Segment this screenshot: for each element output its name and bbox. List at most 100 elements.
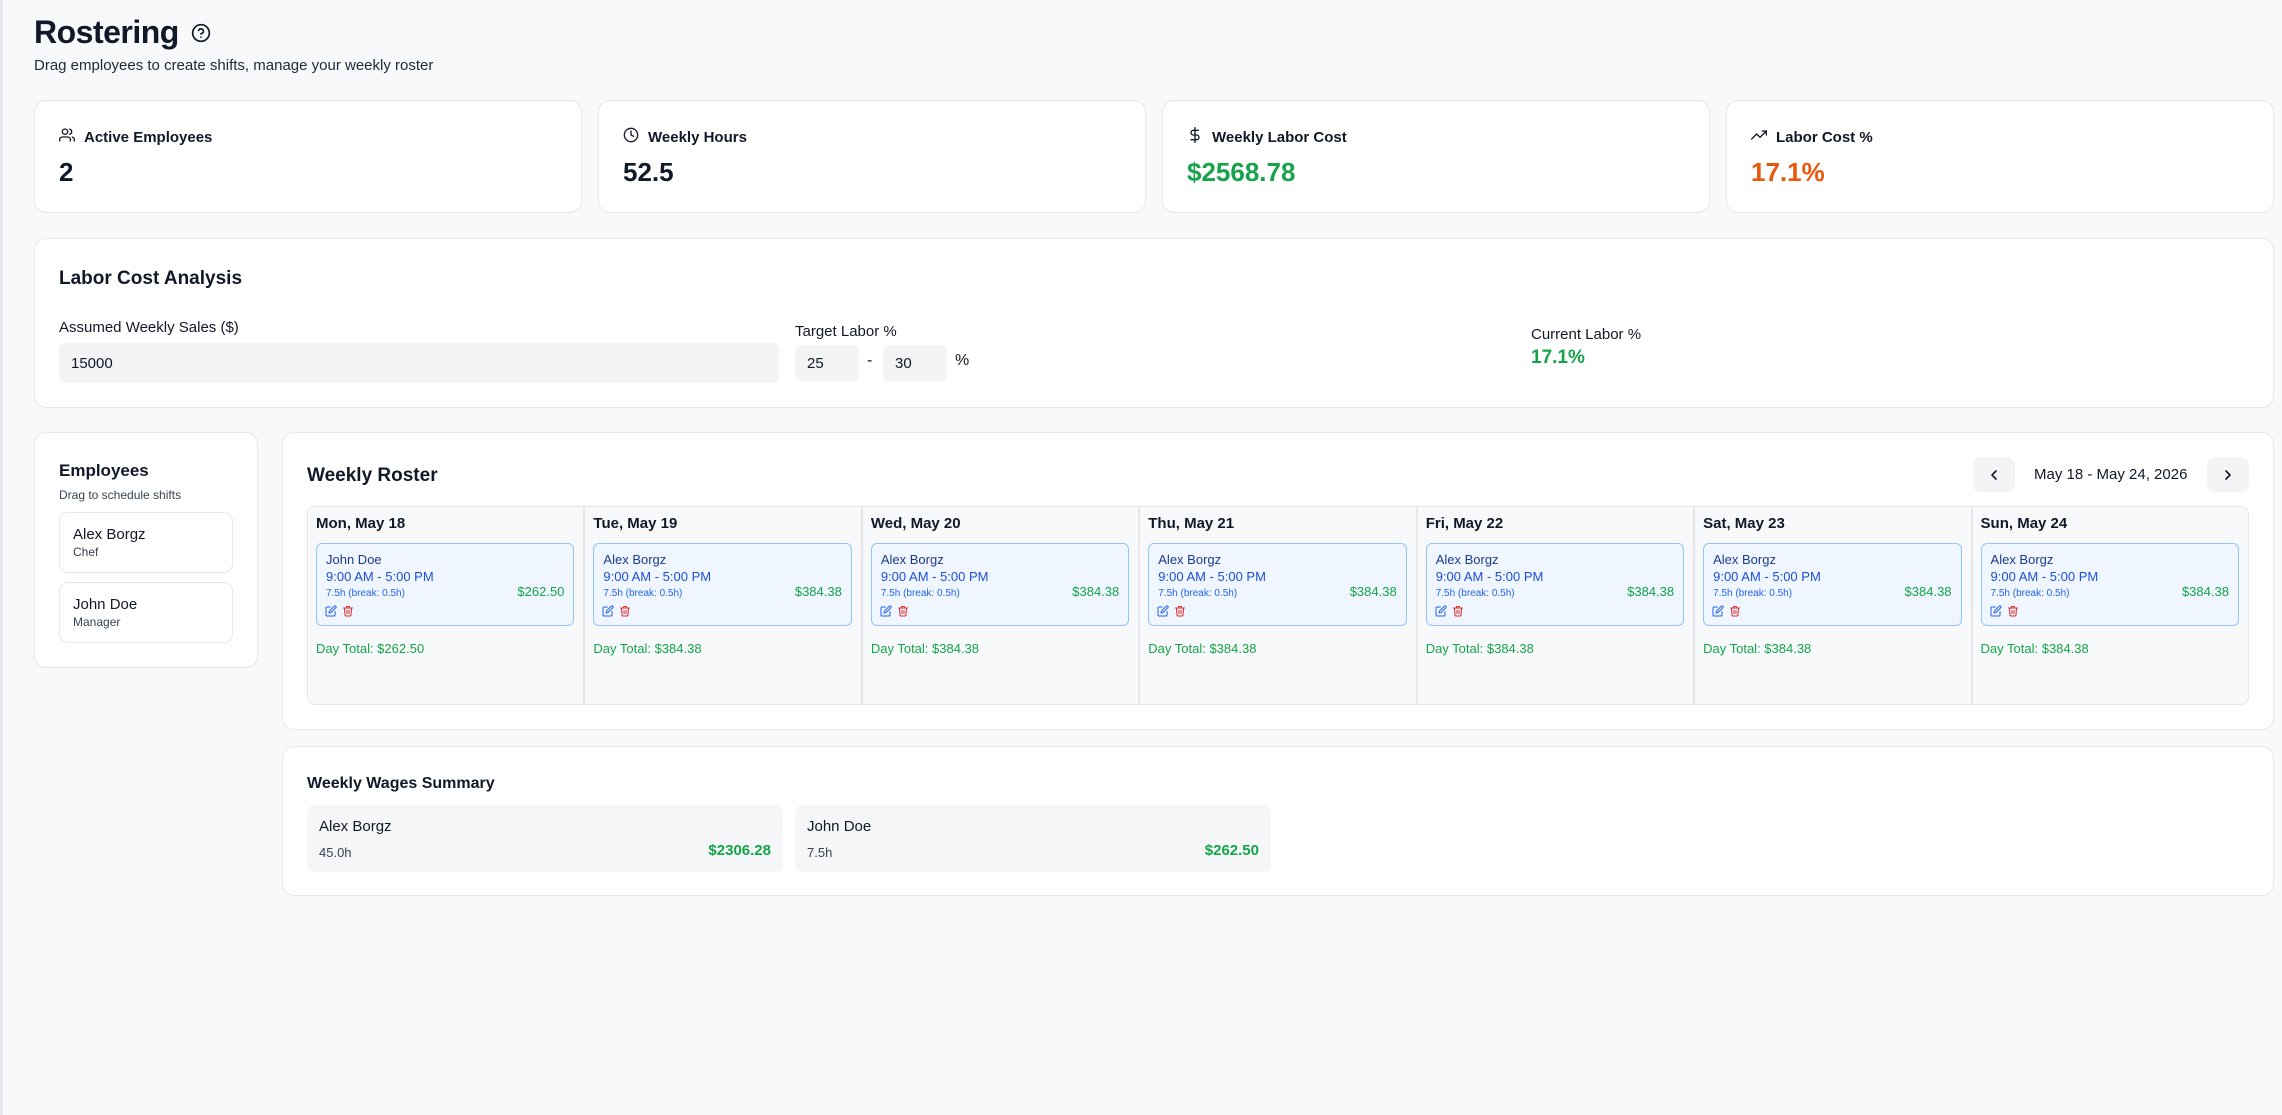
stat-header: Labor Cost % xyxy=(1751,127,1873,147)
percent-sign: % xyxy=(955,352,970,369)
day-header: Sat, May 23 xyxy=(1703,515,1785,532)
shift-card[interactable]: Alex Borgz 9:00 AM - 5:00 PM 7.5h (break: … xyxy=(870,543,1130,626)
day-total: Day Total: $384.38 xyxy=(1980,641,2089,656)
day-header: Wed, May 20 xyxy=(870,515,961,532)
users-icon xyxy=(59,127,75,147)
wage-hours: 45.0h xyxy=(319,845,352,860)
day-column[interactable]: Wed, May 20 Alex Borgz 9:00 AM - 5:00 PM 7.… xyxy=(862,507,1141,704)
trash-icon[interactable] xyxy=(1174,605,1186,617)
day-total: Day Total: $384.38 xyxy=(1148,641,1257,656)
shift-card[interactable]: Alex Borgz 9:00 AM - 5:00 PM 7.5h (break: … xyxy=(1425,543,1685,626)
day-column[interactable]: Sat, May 23 Alex Borgz 9:00 AM - 5:00 PM 7.… xyxy=(1695,507,1973,704)
shift-actions xyxy=(1712,605,1741,617)
stat-card-active-employees: Active Employees 2 xyxy=(34,100,582,213)
current-labor-label: Current Labor % xyxy=(1531,326,1642,343)
wage-amount: $262.50 xyxy=(1204,842,1259,859)
weekly-sales-input[interactable]: 15000 xyxy=(59,343,779,383)
day-total: Day Total: $384.38 xyxy=(1425,641,1534,656)
window-edge xyxy=(0,0,3,1115)
trash-icon[interactable] xyxy=(1729,605,1741,617)
edit-icon[interactable] xyxy=(602,605,614,617)
edit-icon[interactable] xyxy=(1712,605,1724,617)
page-title: Rostering xyxy=(34,14,179,50)
employee-role: Manager xyxy=(73,615,121,629)
shift-cost: $384.38 xyxy=(1627,584,1675,599)
previous-week-button[interactable] xyxy=(1973,457,2015,492)
edit-icon[interactable] xyxy=(1990,605,2002,617)
trash-icon[interactable] xyxy=(1452,605,1464,617)
edit-icon[interactable] xyxy=(880,605,892,617)
shift-card[interactable]: Alex Borgz 9:00 AM - 5:00 PM 7.5h (break: … xyxy=(1148,543,1407,626)
day-header: Thu, May 21 xyxy=(1148,515,1235,532)
shift-card[interactable]: Alex Borgz 9:00 AM - 5:00 PM 7.5h (break: … xyxy=(1980,543,2239,626)
stat-value: 2 xyxy=(59,157,74,187)
employee-card-john-doe[interactable]: John Doe Manager xyxy=(59,582,233,643)
shift-employee: Alex Borgz xyxy=(603,552,667,567)
day-total: Day Total: $384.38 xyxy=(870,641,980,656)
stat-value: 17.1% xyxy=(1751,157,1825,187)
wage-employee-name: Alex Borgz xyxy=(319,818,392,835)
shift-time: 9:00 AM - 5:00 PM xyxy=(1990,569,2099,584)
edit-icon[interactable] xyxy=(1157,605,1169,617)
shift-time: 9:00 AM - 5:00 PM xyxy=(603,569,712,584)
edit-icon[interactable] xyxy=(325,605,337,617)
wage-employee-name: John Doe xyxy=(807,818,872,835)
day-column[interactable]: Mon, May 18 John Doe 9:00 AM - 5:00 PM 7.5h… xyxy=(308,507,586,704)
shift-cost: $384.38 xyxy=(794,584,842,599)
next-week-button[interactable] xyxy=(2207,457,2249,492)
shift-actions xyxy=(1157,605,1186,617)
week-range: May 18 - May 24, 2026 xyxy=(2034,466,2188,483)
shift-cost: $384.38 xyxy=(1072,584,1120,599)
trash-icon[interactable] xyxy=(342,605,354,617)
employee-card-alex-borgz[interactable]: Alex Borgz Chef xyxy=(59,512,233,573)
shift-card[interactable]: John Doe 9:00 AM - 5:00 PM 7.5h (break: 0.… xyxy=(316,543,575,626)
roster-days-grid: Mon, May 18 John Doe 9:00 AM - 5:00 PM 7.5h… xyxy=(307,506,2249,705)
shift-actions xyxy=(1435,605,1464,617)
wage-amount: $2306.28 xyxy=(708,842,771,859)
day-total: Day Total: $384.38 xyxy=(593,641,702,656)
title-row: Rostering xyxy=(34,14,211,51)
range-dash: - xyxy=(867,352,873,369)
trash-icon[interactable] xyxy=(619,605,631,617)
day-column[interactable]: Fri, May 22 Alex Borgz 9:00 AM - 5:00 PM 7.… xyxy=(1417,507,1696,704)
trash-icon[interactable] xyxy=(2007,605,2019,617)
trash-icon[interactable] xyxy=(897,605,909,617)
day-header: Fri, May 22 xyxy=(1425,515,1504,532)
employees-panel: Employees Drag to schedule shifts Alex B… xyxy=(34,432,258,668)
day-column[interactable]: Sun, May 24 Alex Borgz 9:00 AM - 5:00 PM 7.… xyxy=(1972,507,2248,704)
day-header: Mon, May 18 xyxy=(316,515,406,532)
shift-cost: $384.38 xyxy=(1349,584,1397,599)
help-circle-icon[interactable] xyxy=(191,23,211,43)
day-column[interactable]: Thu, May 21 Alex Borgz 9:00 AM - 5:00 PM 7.… xyxy=(1140,507,1418,704)
trending-up-icon xyxy=(1751,127,1767,147)
shift-employee: Alex Borgz xyxy=(880,552,944,567)
weekly-sales-label: Assumed Weekly Sales ($) xyxy=(59,319,239,336)
edit-icon[interactable] xyxy=(1435,605,1447,617)
day-column[interactable]: Tue, May 19 Alex Borgz 9:00 AM - 5:00 PM 7.… xyxy=(585,507,863,704)
employees-title: Employees xyxy=(59,461,149,480)
target-labor-min-input[interactable]: 25 xyxy=(795,345,859,381)
clock-icon xyxy=(623,127,639,147)
employee-role: Chef xyxy=(73,545,99,559)
chevron-right-icon xyxy=(2220,467,2236,483)
shift-time: 9:00 AM - 5:00 PM xyxy=(880,569,989,584)
weekly-roster-card: Weekly Roster May 18 - May 24, 2026 Mon,… xyxy=(282,432,2274,730)
wage-item-alex-borgz: Alex Borgz 45.0h $2306.28 xyxy=(307,805,783,872)
stat-header: Weekly Hours xyxy=(623,127,747,147)
shift-time: 9:00 AM - 5:00 PM xyxy=(1713,569,1821,584)
weekly-roster-title: Weekly Roster xyxy=(307,465,438,486)
shift-card[interactable]: Alex Borgz 9:00 AM - 5:00 PM 7.5h (break: … xyxy=(1703,543,1962,626)
target-labor-max-input[interactable]: 30 xyxy=(883,345,947,381)
wage-hours: 7.5h xyxy=(807,845,833,860)
shift-cost: $384.38 xyxy=(1904,584,1952,599)
day-header: Tue, May 19 xyxy=(593,515,678,532)
shift-actions xyxy=(1990,605,2019,617)
stat-header: Active Employees xyxy=(59,127,212,147)
stat-card-labor-cost-percent: Labor Cost % 17.1% xyxy=(1726,100,2274,213)
stat-label: Weekly Hours xyxy=(648,128,747,146)
shift-time: 9:00 AM - 5:00 PM xyxy=(326,569,434,584)
employee-name: Alex Borgz xyxy=(73,526,146,543)
stat-value: 52.5 xyxy=(623,157,674,187)
shift-card[interactable]: Alex Borgz 9:00 AM - 5:00 PM 7.5h (break: … xyxy=(593,543,852,626)
stat-card-weekly-hours: Weekly Hours 52.5 xyxy=(598,100,1146,213)
